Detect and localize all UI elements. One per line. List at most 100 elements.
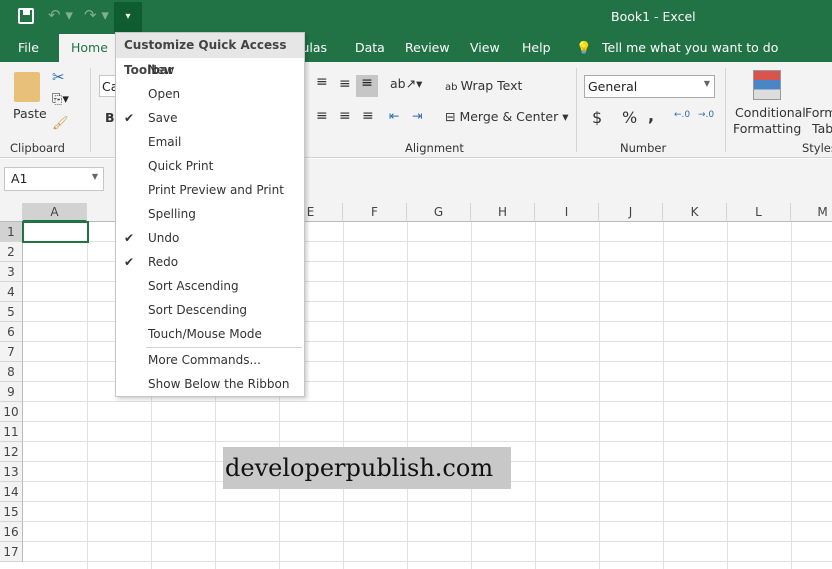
tell-me-search[interactable]: Tell me what you want to do bbox=[602, 34, 778, 62]
column-header[interactable]: M bbox=[791, 203, 832, 222]
menu-item[interactable]: Touch/Mouse Mode bbox=[116, 322, 304, 346]
merge-label: Merge & Center bbox=[459, 109, 559, 124]
conditional-formatting-label[interactable]: Conditional bbox=[735, 105, 806, 120]
row-header[interactable]: 15 bbox=[0, 502, 23, 522]
menu-item[interactable]: Email bbox=[116, 130, 304, 154]
cut-icon[interactable]: ✂ bbox=[52, 68, 65, 86]
format-painter-icon[interactable]: 🖌 bbox=[52, 116, 69, 131]
menu-item[interactable]: More Commands... bbox=[116, 348, 304, 372]
column-header[interactable]: L bbox=[727, 203, 791, 222]
align-right-icon[interactable]: ≡ bbox=[362, 108, 374, 124]
number-format-select[interactable]: General ▼ bbox=[584, 75, 715, 98]
row-header[interactable]: 2 bbox=[0, 242, 23, 262]
row-header[interactable]: 4 bbox=[0, 282, 23, 302]
menu-item[interactable]: New bbox=[116, 58, 304, 82]
undo-icon[interactable]: ↶ ▾ bbox=[48, 6, 73, 24]
format-as-table-label[interactable]: Form bbox=[805, 105, 832, 120]
gridline bbox=[23, 521, 832, 522]
currency-button[interactable]: $ bbox=[592, 108, 602, 127]
menu-item[interactable]: Spelling bbox=[116, 202, 304, 226]
row-header[interactable]: 7 bbox=[0, 342, 23, 362]
row-header[interactable]: 1 bbox=[0, 222, 23, 242]
merge-center-button[interactable]: ⊟ Merge & Center ▾ bbox=[445, 109, 569, 124]
menu-item[interactable]: Quick Print bbox=[116, 154, 304, 178]
number-group-label: Number bbox=[620, 141, 667, 155]
conditional-formatting-label-2[interactable]: Formatting bbox=[733, 121, 801, 136]
menu-item-label: Redo bbox=[148, 255, 179, 269]
column-header[interactable]: I bbox=[535, 203, 599, 222]
row-header[interactable]: 3 bbox=[0, 262, 23, 282]
align-center-icon[interactable]: ≡ bbox=[339, 108, 351, 124]
menu-item-label: Email bbox=[148, 135, 182, 149]
increase-indent-icon[interactable]: ⇥ bbox=[412, 108, 422, 123]
menu-item-label: New bbox=[148, 63, 175, 77]
redo-icon[interactable]: ↷ ▾ bbox=[84, 6, 109, 24]
checkmark-icon: ✔ bbox=[124, 231, 135, 245]
menu-item[interactable]: Print Preview and Print bbox=[116, 178, 304, 202]
menu-item-label: Spelling bbox=[148, 207, 196, 221]
row-header[interactable]: 14 bbox=[0, 482, 23, 502]
active-cell-a1[interactable] bbox=[22, 221, 89, 243]
tab-help[interactable]: Help bbox=[522, 34, 551, 62]
align-left-icon[interactable]: ≡ bbox=[316, 108, 328, 124]
copy-icon[interactable]: ⎘▾ bbox=[52, 92, 69, 107]
menu-item[interactable]: ✔ Redo bbox=[116, 250, 304, 274]
menu-item[interactable]: Open bbox=[116, 82, 304, 106]
column-header[interactable]: K bbox=[663, 203, 727, 222]
row-header[interactable]: 13 bbox=[0, 462, 23, 482]
checkmark-icon: ✔ bbox=[124, 111, 135, 125]
increase-decimal-icon[interactable]: ←.0 bbox=[674, 110, 690, 120]
tab-data[interactable]: Data bbox=[355, 34, 385, 62]
paste-icon[interactable] bbox=[14, 72, 40, 102]
menu-item[interactable]: ✔ Undo bbox=[116, 226, 304, 250]
tab-view[interactable]: View bbox=[470, 34, 500, 62]
align-middle-icon[interactable]: ≡ bbox=[339, 76, 351, 92]
row-header[interactable]: 12 bbox=[0, 442, 23, 462]
menu-item-label: Save bbox=[148, 111, 178, 125]
column-header[interactable]: H bbox=[471, 203, 535, 222]
wrap-text-button[interactable]: ab Wrap Text bbox=[445, 78, 522, 93]
menu-item-label: Undo bbox=[148, 231, 180, 245]
decrease-decimal-icon[interactable]: →.0 bbox=[698, 110, 714, 120]
row-header[interactable]: 16 bbox=[0, 522, 23, 542]
align-bottom-icon[interactable]: ≡ bbox=[356, 75, 378, 97]
title-bar: ↶ ▾ ↷ ▾ ▾ Book1 - Excel bbox=[0, 0, 832, 34]
row-header[interactable]: 6 bbox=[0, 322, 23, 342]
tab-file[interactable]: File bbox=[18, 34, 39, 62]
align-top-icon[interactable]: ≡ bbox=[316, 74, 328, 90]
row-header[interactable]: 17 bbox=[0, 542, 23, 562]
gridline bbox=[727, 222, 728, 569]
gridline bbox=[599, 222, 600, 569]
comma-button[interactable]: , bbox=[648, 106, 654, 125]
save-icon[interactable] bbox=[18, 8, 34, 24]
tab-review[interactable]: Review bbox=[405, 34, 450, 62]
column-header[interactable]: G bbox=[407, 203, 471, 222]
format-as-table-label-2[interactable]: Tab bbox=[812, 121, 832, 136]
row-header[interactable]: 9 bbox=[0, 382, 23, 402]
column-header[interactable]: A bbox=[23, 203, 87, 222]
column-header[interactable]: J bbox=[599, 203, 663, 222]
customize-qat-button[interactable]: ▾ bbox=[114, 2, 142, 32]
name-box-value: A1 bbox=[11, 171, 28, 186]
menu-item-label: More Commands... bbox=[148, 353, 261, 367]
gridline bbox=[23, 441, 832, 442]
decrease-indent-icon[interactable]: ⇤ bbox=[389, 108, 399, 123]
percent-button[interactable]: % bbox=[622, 108, 637, 127]
row-header[interactable]: 5 bbox=[0, 302, 23, 322]
menu-item[interactable]: Show Below the Ribbon bbox=[116, 372, 304, 396]
row-header[interactable]: 11 bbox=[0, 422, 23, 442]
orientation-icon[interactable]: ab↗▾ bbox=[390, 76, 422, 91]
paste-button[interactable]: Paste bbox=[13, 106, 47, 121]
menu-item[interactable]: Sort Descending bbox=[116, 298, 304, 322]
row-header[interactable]: 10 bbox=[0, 402, 23, 422]
menu-item[interactable]: ✔ Save bbox=[116, 106, 304, 130]
conditional-formatting-icon[interactable] bbox=[753, 70, 781, 100]
row-header[interactable]: 8 bbox=[0, 362, 23, 382]
menu-item[interactable]: Sort Ascending bbox=[116, 274, 304, 298]
column-header[interactable]: F bbox=[343, 203, 407, 222]
gridline bbox=[23, 401, 832, 402]
bold-button[interactable]: B bbox=[105, 110, 115, 125]
select-all-button[interactable] bbox=[0, 203, 23, 222]
tab-home[interactable]: Home bbox=[59, 34, 120, 62]
name-box[interactable]: A1 ▼ bbox=[4, 167, 104, 191]
